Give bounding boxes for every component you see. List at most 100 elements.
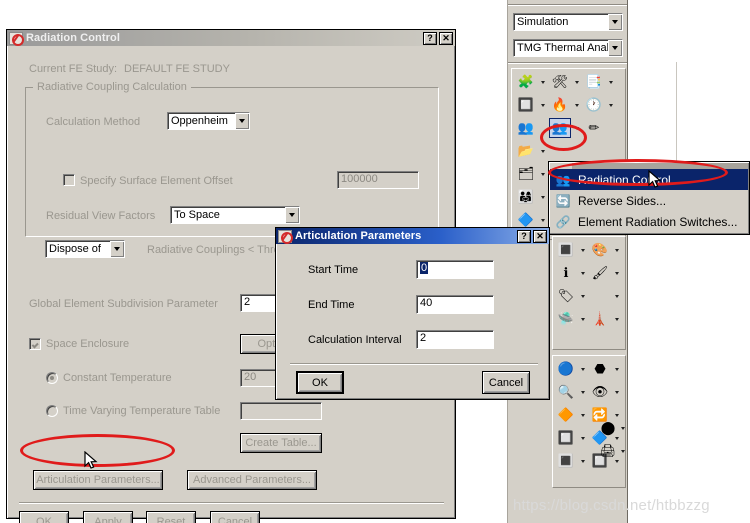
- radiation-control-titlebar[interactable]: Radiation Control ? ✕: [7, 30, 455, 46]
- dropdown-arrow-icon[interactable]: [578, 286, 587, 306]
- help-button[interactable]: ?: [423, 31, 437, 45]
- folder-add-icon[interactable]: 🗂: [515, 164, 537, 184]
- advanced-parameters-button[interactable]: Advanced Parameters...: [187, 470, 317, 490]
- articulation-cancel-button[interactable]: Cancel: [482, 371, 530, 394]
- dropdown-arrow-icon[interactable]: [612, 286, 621, 306]
- chevron-down-icon[interactable]: [285, 207, 299, 223]
- select-rect-icon[interactable]: 🔳: [555, 240, 577, 260]
- radiation-control-icon: 👥: [555, 172, 571, 187]
- display-view-icon[interactable]: 👁: [589, 382, 611, 402]
- pencil-edit-icon[interactable]: ✏: [583, 118, 605, 138]
- thermal-couplings-icon[interactable]: 🔲: [515, 95, 537, 115]
- dropdown-arrow-icon[interactable]: [572, 72, 581, 92]
- constant-temperature-radio[interactable]: [46, 372, 58, 384]
- radiation-report-icon[interactable]: 📑: [583, 72, 605, 92]
- dropdown-arrow-icon[interactable]: [578, 263, 587, 283]
- dropdown-arrow-icon[interactable]: [578, 451, 587, 471]
- orbit-icon[interactable]: 🕐: [583, 95, 605, 115]
- apply-button[interactable]: Apply: [83, 511, 133, 523]
- end-time-field[interactable]: 40: [416, 295, 494, 314]
- surface-offset-field[interactable]: 100000: [337, 171, 419, 189]
- dropdown-arrow-icon[interactable]: [572, 118, 581, 138]
- chevron-down-icon[interactable]: [608, 40, 622, 56]
- specify-surface-offset-checkbox[interactable]: [63, 174, 75, 186]
- dropdown-arrow-icon[interactable]: [578, 309, 587, 329]
- dropdown-arrow-icon[interactable]: [578, 382, 587, 402]
- group-radiation-icon[interactable]: 👨‍👩‍👧: [515, 187, 537, 207]
- print-icon[interactable]: 🖨: [597, 441, 619, 461]
- dropdown-arrow-icon[interactable]: [538, 164, 547, 184]
- subdivision-parameter-label: Global Element Subdivision Parameter: [29, 298, 218, 310]
- blend-icon[interactable]: 🛸: [555, 309, 577, 329]
- articulation-parameters-titlebar[interactable]: Articulation Parameters ? ✕: [276, 228, 549, 244]
- calculation-method-combo[interactable]: Oppenheim: [167, 112, 250, 130]
- fit-view-icon[interactable]: 🔶: [555, 405, 577, 425]
- time-varying-temperature-field[interactable]: [240, 402, 322, 420]
- folder-export-icon[interactable]: 📂: [515, 141, 537, 161]
- dropdown-arrow-icon[interactable]: [618, 418, 627, 438]
- radiation-group-icon[interactable]: 🧩: [515, 72, 537, 92]
- stop-icon[interactable]: ⬤: [597, 418, 619, 438]
- cancel-button[interactable]: Cancel: [210, 511, 260, 523]
- dropdown-arrow-icon[interactable]: [618, 441, 627, 461]
- dropdown-arrow-icon[interactable]: [578, 405, 587, 425]
- xz-view-icon[interactable]: 🔲: [555, 428, 577, 448]
- dropdown-arrow-icon[interactable]: [578, 428, 587, 448]
- edit-selection-icon[interactable]: 🖌: [589, 263, 611, 283]
- radiation-context-menu[interactable]: 👥 Radiation Control... 🔄 Reverse Sides..…: [548, 161, 750, 235]
- zoom-area-icon[interactable]: 🔍: [555, 382, 577, 402]
- chevron-down-icon[interactable]: [110, 241, 124, 257]
- articulation-parameters-dialog[interactable]: Articulation Parameters ? ✕ Start Time 0…: [275, 227, 550, 400]
- dropdown-arrow-icon[interactable]: [538, 72, 547, 92]
- dropdown-arrow-icon[interactable]: [572, 95, 581, 115]
- application-combo[interactable]: Simulation: [513, 13, 623, 31]
- menu-item-radiation-control[interactable]: 👥 Radiation Control...: [550, 169, 748, 190]
- dropdown-arrow-icon[interactable]: [612, 309, 621, 329]
- radiation-control-icon[interactable]: 👥: [549, 118, 571, 138]
- dropdown-arrow-icon[interactable]: [538, 95, 547, 115]
- articulation-parameters-button[interactable]: Articulation Parameters...: [33, 470, 163, 490]
- create-table-button[interactable]: Create Table...: [240, 433, 322, 453]
- heat-load-icon[interactable]: 🔥: [549, 95, 571, 115]
- extrude-icon[interactable]: 🗼: [589, 309, 611, 329]
- dropdown-arrow-icon[interactable]: [578, 240, 587, 260]
- yx-view-icon[interactable]: 🔳: [555, 451, 577, 471]
- close-icon[interactable]: ✕: [533, 229, 547, 243]
- chevron-down-icon[interactable]: [235, 113, 249, 129]
- dropdown-arrow-icon[interactable]: [612, 359, 621, 379]
- start-time-value: 0: [420, 262, 429, 274]
- module-combo[interactable]: TMG Thermal Anal: [513, 39, 623, 57]
- specify-surface-offset-label: Specify Surface Element Offset: [80, 175, 233, 187]
- chevron-down-icon[interactable]: [608, 14, 622, 30]
- radiation-app-icon: [9, 31, 24, 46]
- radiative-surface-icon[interactable]: 👥: [515, 118, 537, 138]
- dispose-of-combo[interactable]: Dispose of: [45, 240, 125, 258]
- start-time-field[interactable]: 0: [416, 260, 494, 279]
- residual-view-factors-combo[interactable]: To Space: [170, 206, 300, 224]
- info-icon[interactable]: ℹ: [555, 263, 577, 283]
- calculation-interval-field[interactable]: 2: [416, 330, 494, 349]
- help-button[interactable]: ?: [517, 229, 531, 243]
- reset-button[interactable]: Reset: [146, 511, 196, 523]
- articulation-ok-button[interactable]: OK: [296, 371, 344, 394]
- space-enclosure-checkbox[interactable]: [29, 338, 41, 350]
- dropdown-arrow-icon[interactable]: [612, 240, 621, 260]
- dropdown-arrow-icon[interactable]: [612, 382, 621, 402]
- dropdown-arrow-icon[interactable]: [606, 95, 615, 115]
- dropdown-arrow-icon[interactable]: [606, 72, 615, 92]
- close-icon[interactable]: ✕: [439, 31, 453, 45]
- dropdown-arrow-icon[interactable]: [578, 359, 587, 379]
- dropdown-arrow-icon[interactable]: [612, 263, 621, 283]
- time-varying-temperature-radio[interactable]: [46, 405, 58, 417]
- radiation-request-icon[interactable]: 🛠: [549, 72, 571, 92]
- dropdown-arrow-icon[interactable]: [538, 187, 547, 207]
- menu-item-element-radiation-switches[interactable]: 🔗 Element Radiation Switches...: [550, 211, 748, 232]
- label-icon[interactable]: 🏷: [555, 286, 577, 306]
- panel-separator-top: [508, 4, 627, 6]
- paint-bucket-icon[interactable]: 🎨: [589, 240, 611, 260]
- isometric-view-icon[interactable]: 🔵: [555, 359, 577, 379]
- menu-item-reverse-sides[interactable]: 🔄 Reverse Sides...: [550, 190, 748, 211]
- ok-button[interactable]: OK: [19, 511, 69, 523]
- shaded-view-icon[interactable]: ⬣: [589, 359, 611, 379]
- dropdown-arrow-icon[interactable]: [538, 141, 547, 161]
